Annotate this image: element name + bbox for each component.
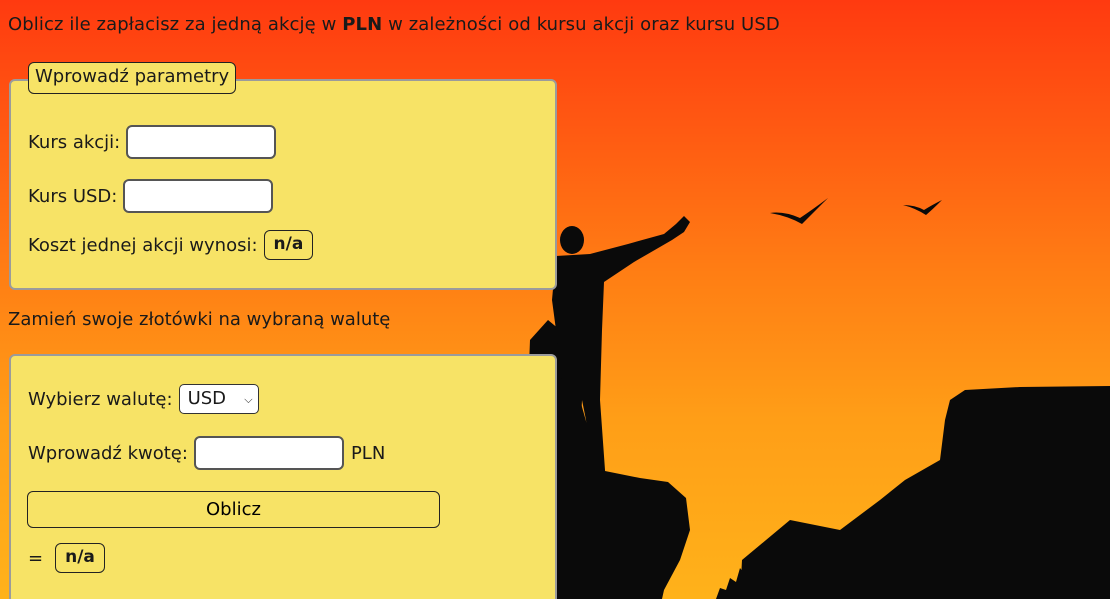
- currency-row: Wybierz walutę: USD ⌵: [28, 384, 259, 414]
- person-silhouette: [552, 216, 690, 486]
- calculate-button[interactable]: Oblicz: [27, 491, 440, 528]
- conversion-panel: Wybierz walutę: USD ⌵ Wprowadź kwotę: PL…: [9, 354, 557, 599]
- heading-text-after: w zależności od kursu akcji oraz kursu U…: [382, 14, 780, 35]
- usd-rate-input[interactable]: [123, 179, 274, 213]
- bird-silhouette-1: [770, 198, 828, 224]
- stock-rate-label: Kurs akcji:: [28, 131, 121, 153]
- chevron-down-icon: ⌵: [244, 393, 253, 406]
- currency-select[interactable]: USD ⌵: [178, 384, 259, 414]
- heading-currency-emphasis: PLN: [342, 14, 383, 35]
- stock-rate-input[interactable]: [126, 125, 277, 159]
- currency-selected-value: USD: [187, 388, 227, 409]
- stock-rate-row: Kurs akcji:: [28, 125, 277, 159]
- page-heading: Oblicz ile zapłacisz za jedną akcję w PL…: [8, 14, 780, 35]
- share-cost-label: Koszt jednej akcji wynosi:: [28, 234, 258, 256]
- usd-rate-label: Kurs USD:: [28, 185, 118, 207]
- currency-label: Wybierz walutę:: [28, 388, 173, 410]
- equals-sign: =: [28, 547, 44, 569]
- rock-silhouette: [740, 386, 1110, 599]
- usd-rate-row: Kurs USD:: [28, 179, 274, 213]
- amount-row: Wprowadź kwotę: PLN: [28, 436, 385, 470]
- bird-silhouette-2: [903, 200, 942, 215]
- amount-input[interactable]: [193, 436, 344, 470]
- amount-unit: PLN: [350, 442, 386, 464]
- conversion-heading: Zamień swoje złotówki na wybraną walutę: [8, 309, 391, 330]
- heading-text-before: Oblicz ile zapłacisz za jedną akcję w: [8, 14, 343, 35]
- parameters-panel: Wprowadź parametry Kurs akcji: Kurs USD:…: [9, 62, 557, 290]
- conversion-result: n/a: [55, 543, 105, 573]
- parameters-legend: Wprowadź parametry: [28, 62, 237, 94]
- share-cost-result: n/a: [263, 230, 314, 260]
- conversion-result-row: = n/a: [28, 543, 105, 573]
- share-cost-row: Koszt jednej akcji wynosi: n/a: [28, 230, 314, 260]
- amount-label: Wprowadź kwotę:: [28, 442, 188, 464]
